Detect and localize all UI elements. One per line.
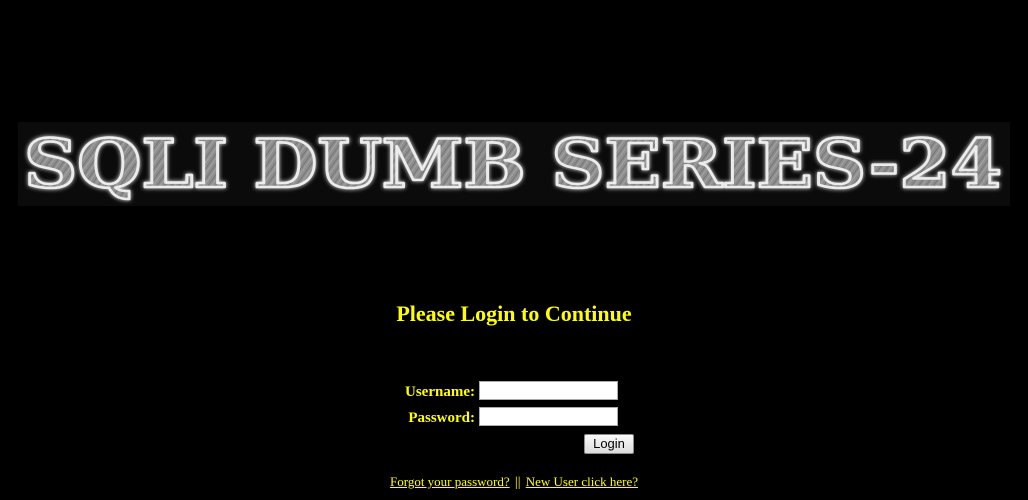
username-input[interactable] bbox=[479, 381, 618, 400]
footer-links: Forgot your password? || New User click … bbox=[0, 473, 1028, 492]
login-button[interactable]: Login bbox=[584, 434, 634, 454]
forgot-password-link[interactable]: Forgot your password? bbox=[390, 474, 510, 489]
username-label: Username: bbox=[405, 384, 475, 400]
login-heading: Please Login to Continue bbox=[396, 301, 632, 326]
password-label: Password: bbox=[408, 410, 475, 426]
username-row: Username: bbox=[395, 380, 635, 406]
header-banner: SQLI DUMB SERIES-24 bbox=[18, 122, 1010, 206]
password-row: Password: bbox=[395, 406, 635, 432]
banner-logo: SQLI DUMB SERIES-24 bbox=[23, 124, 1004, 205]
banner-title-text: SQLI DUMB SERIES-24 bbox=[24, 125, 1002, 203]
password-input[interactable] bbox=[479, 407, 618, 426]
link-separator: || bbox=[514, 475, 521, 490]
login-form: Username: Password: Login bbox=[395, 380, 635, 454]
new-user-link[interactable]: New User click here? bbox=[526, 474, 638, 489]
